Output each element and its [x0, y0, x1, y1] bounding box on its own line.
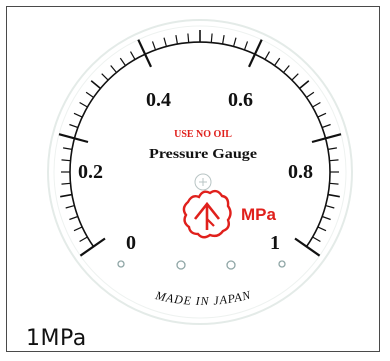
scale-label-0-6: 0.6 — [228, 89, 253, 111]
range-caption: 1MPa — [26, 326, 87, 351]
minor-tick — [187, 33, 190, 43]
gauge-name-text: Pressure Gauge — [149, 147, 257, 162]
minor-tick — [329, 182, 339, 185]
pressure-gauge: 0 0.2 0.4 0.6 0.8 1 USE NO OIL Pressure … — [47, 19, 353, 325]
minor-tick — [210, 33, 213, 43]
minor-tick — [329, 159, 339, 162]
scale-label-1: 1 — [270, 232, 280, 254]
unit-label: MPa — [241, 205, 277, 224]
minor-tick — [61, 182, 71, 185]
scale-label-0-8: 0.8 — [288, 161, 313, 183]
minor-tick — [61, 159, 71, 162]
scale-label-0-2: 0.2 — [78, 161, 103, 183]
scale-label-0-4: 0.4 — [146, 89, 171, 111]
warning-text: USE NO OIL — [174, 129, 232, 140]
scale-label-0: 0 — [126, 232, 136, 254]
